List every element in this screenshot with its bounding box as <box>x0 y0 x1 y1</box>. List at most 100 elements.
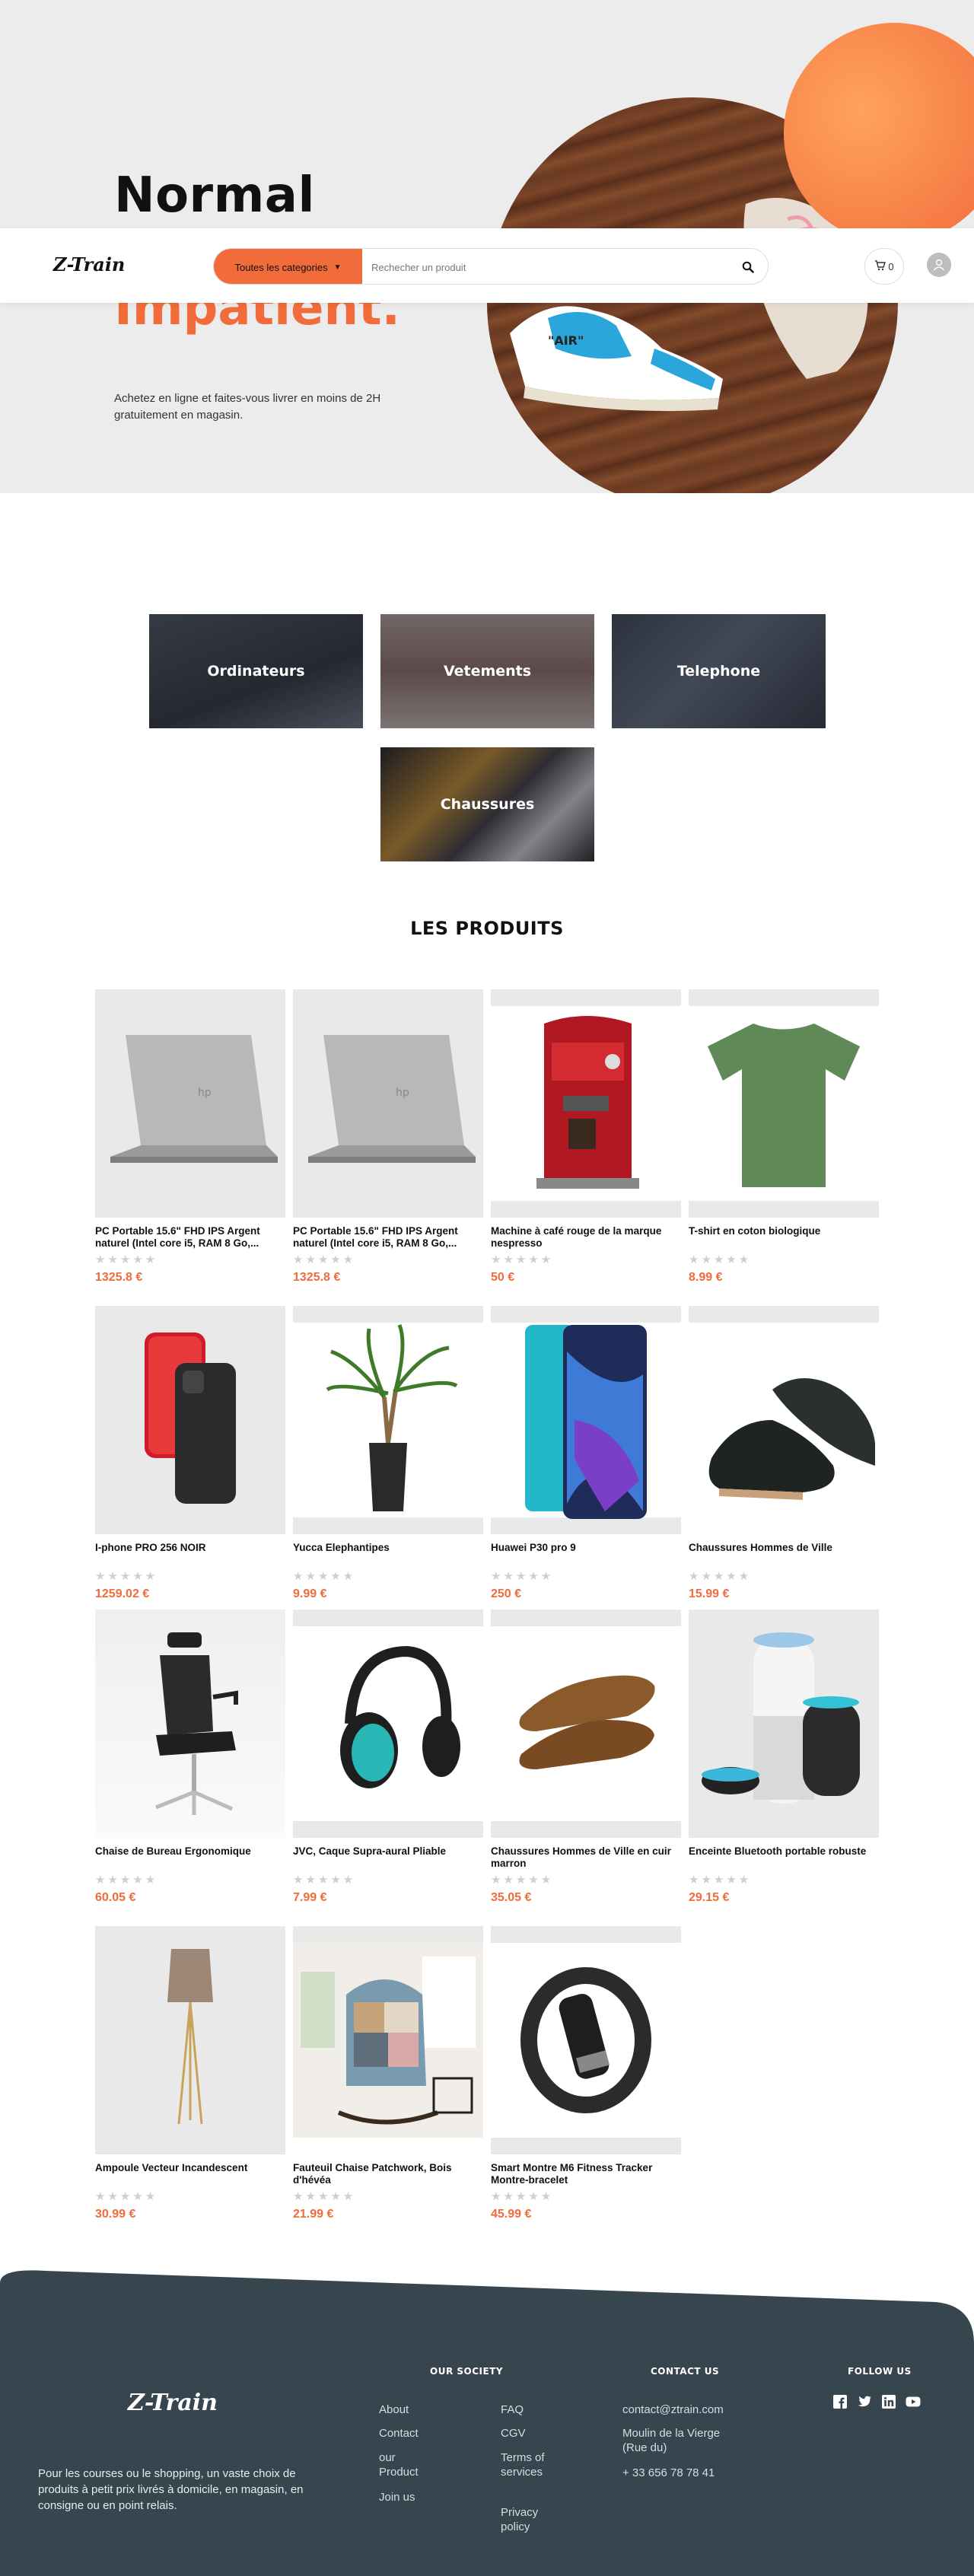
category-label: Telephone <box>676 663 761 680</box>
category-select-label: Toutes les categories <box>234 261 328 273</box>
category-tile-telephone[interactable]: Telephone <box>612 614 826 728</box>
footer-link-privacy[interactable]: Privacy policy <box>501 2505 548 2534</box>
product-price: 9.99 € <box>293 1587 327 1600</box>
product-price: 1325.8 € <box>293 1271 341 1284</box>
category-select[interactable]: Toutes les categories ▼ <box>214 249 362 284</box>
hero-title-line1: Normal <box>114 167 315 224</box>
product-card[interactable]: hp PC Portable 15.6" FHD IPS Argent natu… <box>293 989 483 1285</box>
chevron-down-icon: ▼ <box>333 263 342 272</box>
footer-link-cgv[interactable]: CGV <box>501 2426 526 2441</box>
footer-link-contact[interactable]: Contact <box>379 2426 419 2441</box>
youtube-icon[interactable] <box>906 2394 921 2409</box>
product-card[interactable]: I-phone PRO 256 NOIR ★★★★★ 1259.02 € <box>95 1306 285 1601</box>
product-rating: ★★★★★ <box>95 2190 158 2203</box>
product-price: 21.99 € <box>293 2208 334 2221</box>
product-image-black-shoes <box>689 1306 879 1534</box>
product-card[interactable]: Chaise de Bureau Ergonomique ★★★★★ 60.05… <box>95 1610 285 1905</box>
product-name: T-shirt en coton biologique <box>689 1225 821 1237</box>
product-image-fitness-watch <box>491 1926 681 2154</box>
footer-contact-address: Moulin de la Vierge (Rue du) <box>622 2427 721 2454</box>
product-rating: ★★★★★ <box>293 1570 356 1583</box>
product-card[interactable]: Ampoule Vecteur Incandescent ★★★★★ 30.99… <box>95 1926 285 2221</box>
category-tile-ordinateurs[interactable]: Ordinateurs <box>149 614 363 728</box>
footer-link-faq[interactable]: FAQ <box>501 2402 524 2417</box>
twitter-icon[interactable] <box>857 2394 872 2409</box>
footer-contact-email[interactable]: contact@ztrain.com <box>622 2402 724 2417</box>
product-rating: ★★★★★ <box>293 1874 356 1887</box>
cart-icon <box>874 260 886 273</box>
product-image-smart-speaker <box>689 1610 879 1838</box>
svg-text:hp: hp <box>396 1087 409 1099</box>
facebook-icon[interactable] <box>832 2394 848 2409</box>
product-card[interactable]: hp PC Portable 15.6" FHD IPS Argent natu… <box>95 989 285 1285</box>
footer-description: Pour les courses ou le shopping, un vast… <box>38 2467 304 2512</box>
search-bar: Toutes les categories ▼ <box>213 248 769 285</box>
footer-link-join-us[interactable]: Join us <box>379 2490 415 2504</box>
product-rating: ★★★★★ <box>491 1570 554 1583</box>
product-image-floor-lamp <box>95 1926 285 2154</box>
product-price: 1325.8 € <box>95 1271 143 1284</box>
footer-link-about[interactable]: About <box>379 2402 409 2417</box>
social-links <box>832 2394 921 2409</box>
product-rating: ★★★★★ <box>293 2190 356 2203</box>
product-card[interactable]: Enceinte Bluetooth portable robuste ★★★★… <box>689 1610 879 1905</box>
product-name: Enceinte Bluetooth portable robuste <box>689 1845 867 1857</box>
product-price: 250 € <box>491 1587 522 1600</box>
category-label: Chaussures <box>440 796 535 813</box>
product-price: 50 € <box>491 1271 515 1284</box>
product-card[interactable]: Chaussures Hommes de Ville ★★★★★ 15.99 € <box>689 1306 879 1601</box>
user-account-button[interactable] <box>927 253 951 277</box>
product-card[interactable]: Yucca Elephantipes ★★★★★ 9.99 € <box>293 1306 483 1601</box>
product-image-patchwork-armchair <box>293 1926 483 2154</box>
product-card[interactable]: Fauteuil Chaise Patchwork, Bois d'hévéa … <box>293 1926 483 2221</box>
product-image-huawei <box>491 1306 681 1534</box>
product-image-coffee-machine <box>491 989 681 1218</box>
product-rating: ★★★★★ <box>95 1874 158 1887</box>
linkedin-icon[interactable] <box>881 2394 896 2409</box>
product-price: 30.99 € <box>95 2208 136 2221</box>
product-image-headphones <box>293 1610 483 1838</box>
user-icon <box>933 259 945 271</box>
category-label: Vetements <box>443 663 532 680</box>
product-rating: ★★★★★ <box>689 1874 752 1887</box>
category-tile-vetements[interactable]: Vetements <box>380 614 594 728</box>
product-name: PC Portable 15.6" FHD IPS Argent naturel… <box>95 1225 260 1249</box>
hero-description: Achetez en ligne et faites-vous livrer e… <box>114 392 381 422</box>
product-card[interactable]: Smart Montre M6 Fitness Tracker Montre-b… <box>491 1926 681 2221</box>
product-rating: ★★★★★ <box>95 1570 158 1583</box>
product-name: Chaussures Hommes de Ville <box>689 1542 832 1553</box>
footer-background <box>0 2270 974 2576</box>
cart-button[interactable]: 0 <box>864 248 904 285</box>
footer-logo[interactable]: Z-Train <box>128 2390 218 2416</box>
search-input[interactable] <box>362 249 720 284</box>
product-card[interactable]: Huawei P30 pro 9 ★★★★★ 250 € <box>491 1306 681 1601</box>
product-price: 35.05 € <box>491 1891 532 1904</box>
product-card[interactable]: T-shirt en coton biologique ★★★★★ 8.99 € <box>689 989 879 1285</box>
product-price: 8.99 € <box>689 1271 723 1284</box>
product-rating: ★★★★★ <box>491 2190 554 2203</box>
product-rating: ★★★★★ <box>491 1874 554 1887</box>
footer-contact-title: CONTACT US <box>651 2366 720 2377</box>
product-card[interactable]: Chaussures Hommes de Ville en cuir marro… <box>491 1610 681 1905</box>
product-image-laptop: hp <box>293 989 483 1218</box>
product-rating: ★★★★★ <box>689 1253 752 1266</box>
product-price: 60.05 € <box>95 1891 136 1904</box>
footer-link-our-product[interactable]: our Product <box>379 2450 432 2479</box>
product-price: 15.99 € <box>689 1587 730 1600</box>
products-section-title: LES PRODUITS <box>410 918 564 939</box>
product-card[interactable]: Machine à café rouge de la marque nespre… <box>491 989 681 1285</box>
product-image-office-chair <box>95 1610 285 1838</box>
svg-text:"AIR": "AIR" <box>548 333 584 348</box>
product-name: JVC, Caque Supra-aural Pliable <box>293 1845 447 1857</box>
category-tile-chaussures[interactable]: Chaussures <box>380 747 594 861</box>
product-card[interactable]: JVC, Caque Supra-aural Pliable ★★★★★ 7.9… <box>293 1610 483 1905</box>
svg-text:hp: hp <box>198 1087 212 1099</box>
product-name: Yucca Elephantipes <box>293 1542 390 1553</box>
product-image-tshirt <box>689 989 879 1218</box>
product-image-iphone <box>95 1306 285 1534</box>
product-rating: ★★★★★ <box>689 1570 752 1583</box>
footer-link-terms[interactable]: Terms of services <box>501 2450 548 2479</box>
footer-follow-title: FOLLOW US <box>848 2366 912 2377</box>
site-logo[interactable]: Z-Train <box>53 253 125 275</box>
search-icon[interactable] <box>739 258 757 276</box>
